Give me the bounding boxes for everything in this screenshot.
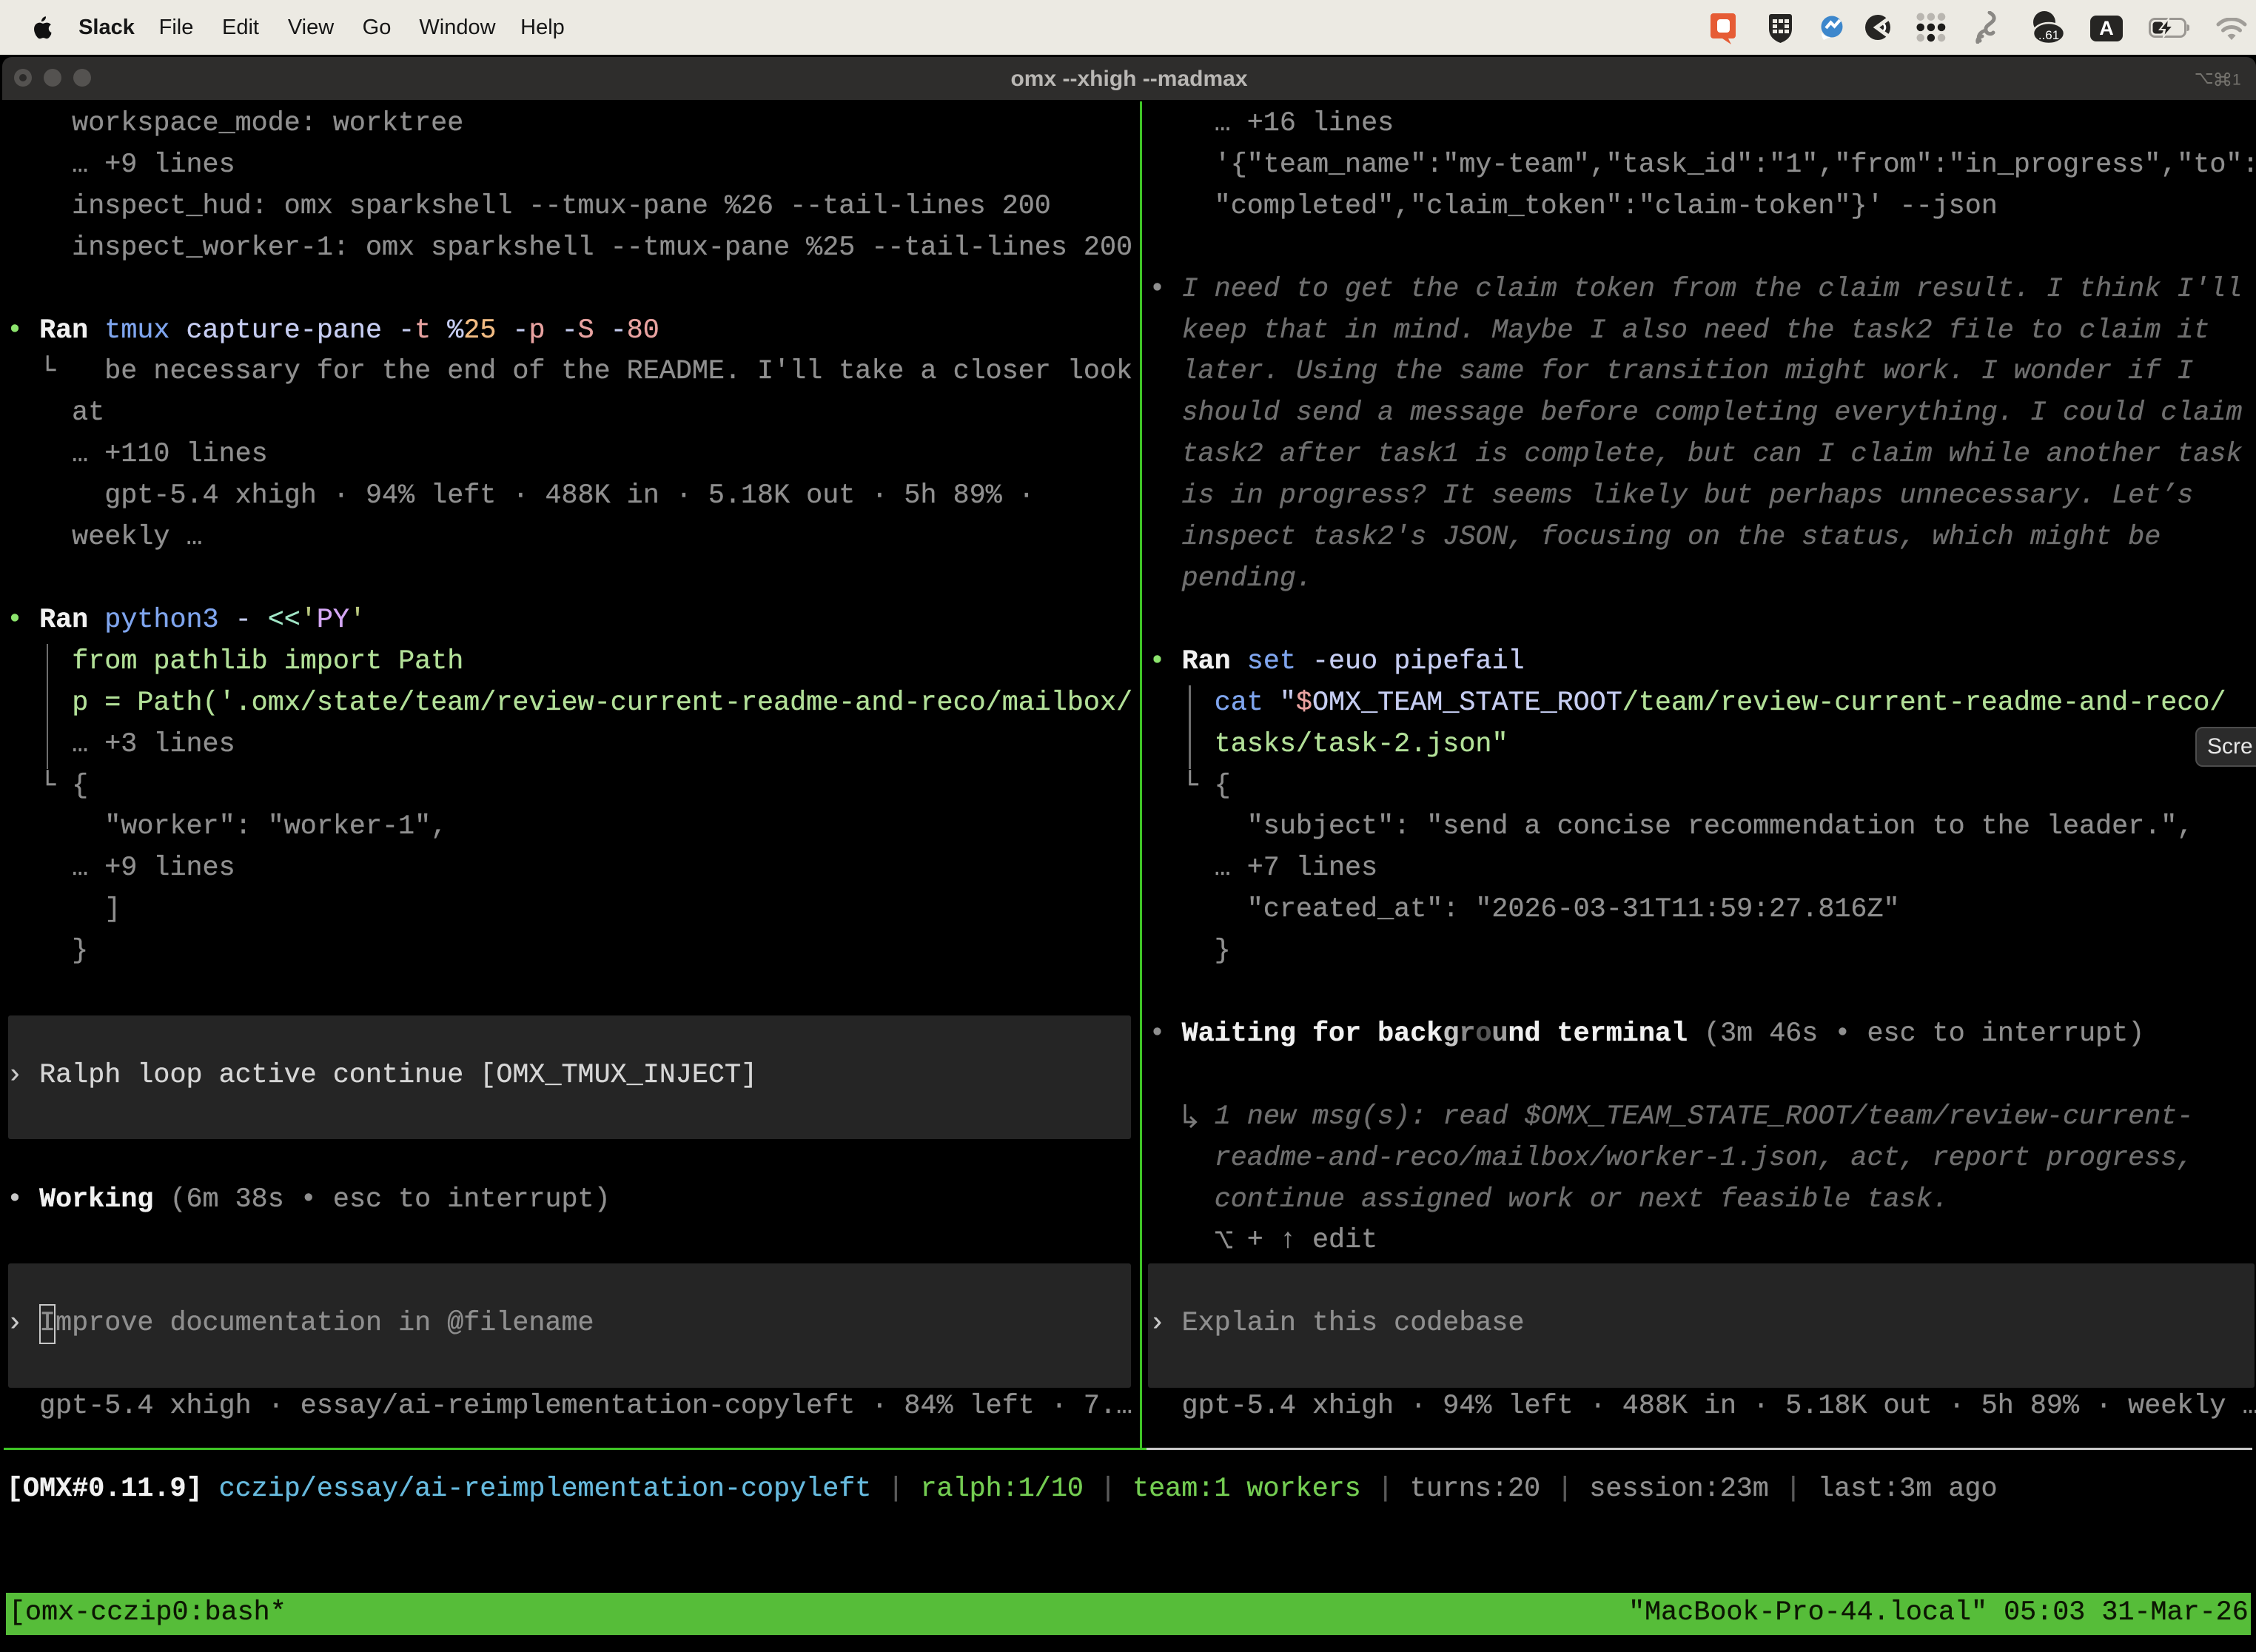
svg-text:1: 1 — [2232, 71, 2241, 87]
svg-text:..61: ..61 — [2038, 28, 2059, 42]
